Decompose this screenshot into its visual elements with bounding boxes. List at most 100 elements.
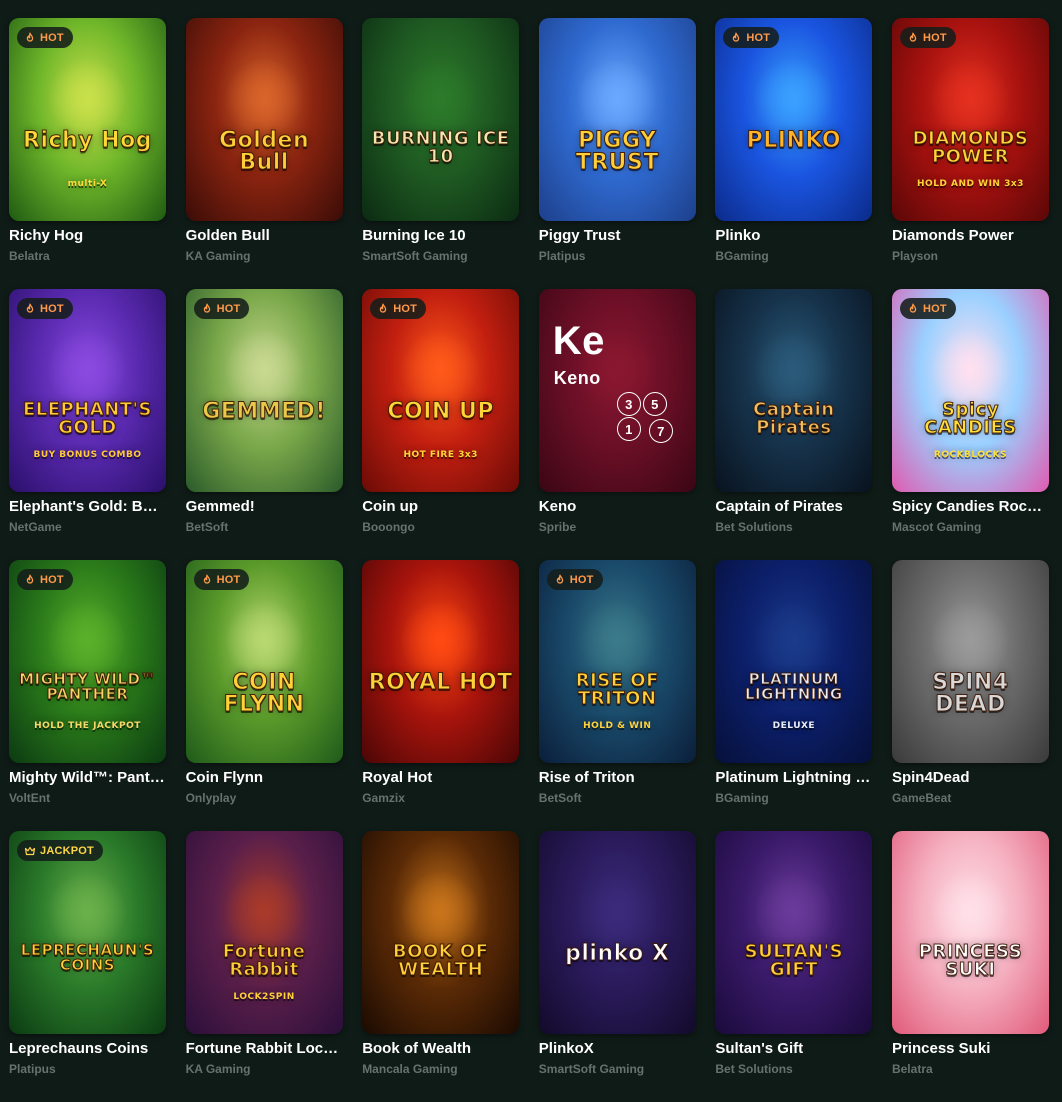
flame-icon	[907, 303, 919, 315]
game-title[interactable]: Princess Suki	[892, 1040, 1049, 1057]
game-title[interactable]: Mighty Wild™: Panther	[9, 769, 166, 786]
game-title[interactable]: Fortune Rabbit Lock2Spin	[186, 1040, 343, 1057]
game-card[interactable]: LEPRECHAUN'S COINS JACKPOT Leprechauns Coi…	[9, 831, 166, 1102]
game-card[interactable]: BURNING ICE 10 Burning Ice 10 SmartSoft Ga…	[362, 18, 520, 289]
game-thumbnail[interactable]: Captain Pirates	[715, 289, 873, 492]
game-thumbnail[interactable]: COIN FLYNN HOT	[185, 560, 343, 763]
keno-ball-icon: 7	[648, 419, 673, 443]
hot-badge: HOT	[546, 569, 603, 590]
game-logo-text: SULTAN'S GIFT	[744, 941, 844, 980]
game-title[interactable]: Richy Hog	[9, 227, 166, 244]
game-thumbnail[interactable]: GEMMED! HOT	[185, 289, 343, 492]
game-card[interactable]: SULTAN'S GIFT Sultan's Gift Bet Solutions	[715, 831, 873, 1102]
artwork-glow	[753, 329, 834, 409]
game-title[interactable]: Rise of Triton	[539, 769, 696, 786]
game-thumbnail[interactable]: ELEPHANT'S GOLD BUY BONUS COMBO HOT	[9, 289, 166, 492]
game-card[interactable]: Fortune Rabbit LOCK2SPIN Fortune Rabbit Lo…	[185, 831, 343, 1102]
game-thumbnail[interactable]: SULTAN'S GIFT	[715, 831, 873, 1034]
game-thumbnail[interactable]: plinko X	[538, 831, 696, 1034]
artwork-glow	[576, 871, 657, 951]
game-provider: Onlyplay	[185, 791, 237, 805]
game-card[interactable]: Spicy CANDIES ROCKBLOCKS HOT Spicy Candies …	[891, 289, 1049, 560]
game-thumbnail[interactable]: Spicy CANDIES ROCKBLOCKS HOT	[891, 289, 1049, 492]
game-card[interactable]: DIAMONDS POWER HOLD AND WIN 3x3 HOT Diamond…	[891, 18, 1049, 289]
artwork-glow	[576, 58, 657, 138]
game-provider: Mancala Gaming	[362, 1062, 458, 1076]
game-provider: KA Gaming	[185, 249, 251, 263]
game-thumbnail[interactable]: BOOK OF WEALTH	[362, 831, 520, 1034]
game-logo-subtext: ROCKBLOCKS	[933, 450, 1008, 460]
game-provider: GameBeat	[891, 791, 952, 805]
game-thumbnail[interactable]: Golden Bull	[185, 18, 343, 221]
game-title[interactable]: Sultan's Gift	[715, 1040, 872, 1057]
game-title[interactable]: Platinum Lightning Deluxe	[715, 769, 872, 786]
game-card[interactable]: Richy Hog multi-X HOT Richy Hog Belatra	[9, 18, 166, 289]
game-title[interactable]: PlinkoX	[539, 1040, 696, 1057]
badge-label: HOT	[746, 31, 771, 44]
game-card[interactable]: Golden Bull Golden Bull KA Gaming	[185, 18, 343, 289]
game-card[interactable]: BOOK OF WEALTH Book of Wealth Mancala Gami…	[362, 831, 520, 1102]
game-title[interactable]: Captain of Pirates	[715, 498, 872, 515]
game-card[interactable]: COIN FLYNN HOT Coin Flynn Onlyplay	[185, 560, 343, 831]
game-title[interactable]: Plinko	[715, 227, 872, 244]
game-title[interactable]: Golden Bull	[186, 227, 343, 244]
game-thumbnail[interactable]: PLINKO HOT	[715, 18, 873, 221]
game-card[interactable]: PRINCESS SUKI Princess Suki Belatra	[891, 831, 1049, 1102]
game-thumbnail[interactable]: PIGGY TRUST	[538, 18, 696, 221]
game-card[interactable]: Captain Pirates Captain of Pirates Bet Sol…	[715, 289, 873, 560]
hot-badge: HOT	[899, 298, 956, 319]
game-logo-text: PIGGY TRUST	[575, 128, 659, 175]
game-provider: Bet Solutions	[715, 520, 793, 534]
game-thumbnail[interactable]: Ke Keno 3 5 1 7	[538, 289, 696, 492]
game-card[interactable]: GEMMED! HOT Gemmed! BetSoft	[185, 289, 343, 560]
game-provider: Gamzix	[362, 791, 405, 805]
game-provider: Booongo	[362, 520, 415, 534]
game-title[interactable]: Spicy Candies Rockblocks	[892, 498, 1049, 515]
game-thumbnail[interactable]: Richy Hog multi-X HOT	[9, 18, 166, 221]
game-card[interactable]: COIN UP HOT FIRE 3x3 HOT Coin up Booongo	[362, 289, 520, 560]
game-thumbnail[interactable]: PRINCESS SUKI	[891, 831, 1049, 1034]
game-card[interactable]: ELEPHANT'S GOLD BUY BONUS COMBO HOT Elephan…	[9, 289, 166, 560]
game-thumbnail[interactable]: Fortune Rabbit LOCK2SPIN	[185, 831, 343, 1034]
flame-icon	[730, 32, 742, 44]
game-title[interactable]: Coin up	[362, 498, 519, 515]
game-provider: VoltEnt	[9, 791, 51, 805]
flame-icon	[377, 303, 389, 315]
game-card[interactable]: MIGHTY WILD™ PANTHER HOLD THE JACKPOT HOT M…	[9, 560, 166, 831]
game-thumbnail[interactable]: DIAMONDS POWER HOLD AND WIN 3x3 HOT	[891, 18, 1049, 221]
game-card[interactable]: plinko X PlinkoX SmartSoft Gaming	[538, 831, 696, 1102]
game-title[interactable]: Elephant's Gold: Buy Bonus Combo	[9, 498, 166, 515]
badge-label: HOT	[40, 31, 64, 44]
badge-label: HOT	[922, 302, 947, 315]
game-card[interactable]: Ke Keno 3 5 1 7 Keno Spribe	[538, 289, 696, 560]
game-title[interactable]: Book of Wealth	[362, 1040, 519, 1057]
game-title[interactable]: Gemmed!	[186, 498, 343, 515]
game-title[interactable]: Coin Flynn	[186, 769, 343, 786]
game-title[interactable]: Leprechauns Coins	[9, 1040, 166, 1057]
game-thumbnail[interactable]: PLATINUM LIGHTNING DELUXE	[715, 560, 873, 763]
game-card[interactable]: ROYAL HOT Royal Hot Gamzix	[362, 560, 520, 831]
game-title[interactable]: Diamonds Power	[892, 227, 1049, 244]
artwork-glow	[400, 600, 481, 680]
game-thumbnail[interactable]: COIN UP HOT FIRE 3x3 HOT	[362, 289, 520, 492]
badge-label: JACKPOT	[40, 844, 94, 857]
game-title[interactable]: Burning Ice 10	[362, 227, 519, 244]
game-thumbnail[interactable]: ROYAL HOT	[362, 560, 520, 763]
game-title[interactable]: Piggy Trust	[539, 227, 696, 244]
game-thumbnail[interactable]: RISE OF TRITON HOLD & WIN HOT	[538, 560, 696, 763]
game-title[interactable]: Royal Hot	[362, 769, 519, 786]
game-card[interactable]: PIGGY TRUST Piggy Trust Platipus	[538, 18, 696, 289]
game-card[interactable]: PLATINUM LIGHTNING DELUXE Platinum Lightni…	[715, 560, 873, 831]
game-thumbnail[interactable]: MIGHTY WILD™ PANTHER HOLD THE JACKPOT HOT	[9, 560, 166, 763]
game-card[interactable]: RISE OF TRITON HOLD & WIN HOT Rise of Trito…	[538, 560, 696, 831]
game-logo-text: PLATINUM LIGHTNING	[745, 670, 843, 703]
game-thumbnail[interactable]: BURNING ICE 10	[362, 18, 520, 221]
artwork-glow	[929, 329, 1010, 409]
game-thumbnail[interactable]: SPIN4 DEAD	[891, 560, 1049, 763]
game-card[interactable]: PLINKO HOT Plinko BGaming	[715, 18, 873, 289]
game-thumbnail[interactable]: LEPRECHAUN'S COINS JACKPOT	[9, 831, 166, 1034]
game-title[interactable]: Spin4Dead	[892, 769, 1049, 786]
game-provider: Bet Solutions	[715, 1062, 793, 1076]
game-title[interactable]: Keno	[539, 498, 696, 515]
game-card[interactable]: SPIN4 DEAD Spin4Dead GameBeat	[891, 560, 1049, 831]
